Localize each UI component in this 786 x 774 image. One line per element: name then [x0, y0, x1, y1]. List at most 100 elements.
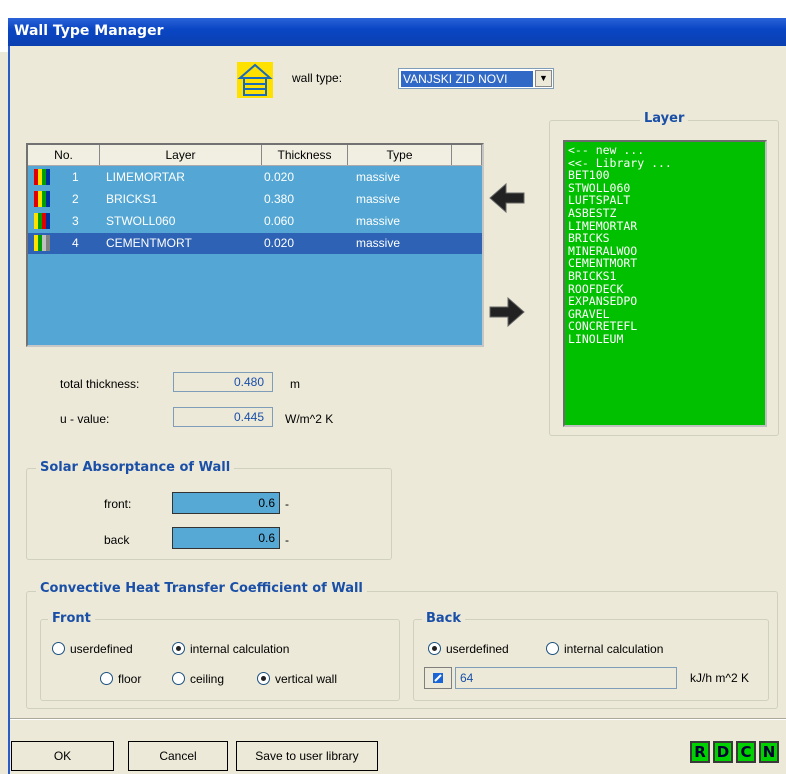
total-thickness-unit: m: [290, 377, 300, 391]
solar-back-label: back: [104, 533, 130, 547]
radio-selected-icon: [428, 642, 441, 656]
cell-thickness: 0.380: [264, 192, 295, 206]
layer-table[interactable]: No. Layer Thickness Type 1 LIMEMORTAR 0.…: [26, 143, 484, 347]
front-internal-label: internal calculation: [190, 641, 290, 656]
solar-front-unit: -: [285, 497, 289, 511]
c-button[interactable]: C: [736, 741, 756, 763]
total-thickness-value: 0.480: [173, 372, 273, 392]
column-header-type[interactable]: Type: [348, 145, 452, 165]
cell-type: massive: [356, 236, 401, 250]
cell-layer: BRICKS1: [106, 192, 158, 206]
back-coefficient-input[interactable]: 64: [455, 667, 677, 689]
d-button[interactable]: D: [713, 741, 733, 763]
wall-type-label: wall type:: [292, 71, 343, 85]
cell-layer: LIMEMORTAR: [106, 170, 185, 184]
front-groupbox: [40, 619, 400, 701]
layer-color-icon: [34, 169, 50, 185]
layer-color-icon: [34, 213, 50, 229]
column-header-layer[interactable]: Layer: [100, 145, 262, 165]
cell-thickness: 0.060: [264, 214, 295, 228]
cell-thickness: 0.020: [264, 170, 295, 184]
cancel-button[interactable]: Cancel: [128, 741, 228, 771]
list-item[interactable]: BET100: [568, 169, 765, 182]
save-to-library-button[interactable]: Save to user library: [236, 741, 378, 771]
table-row-selected[interactable]: 4 CEMENTMORT 0.020 massive: [28, 233, 482, 254]
list-item[interactable]: LINOLEUM: [568, 333, 765, 346]
solar-front-input[interactable]: 0.6: [172, 492, 280, 514]
table-header: No. Layer Thickness Type: [28, 145, 482, 166]
list-item[interactable]: BRICKS: [568, 232, 765, 245]
radio-icon: [172, 672, 185, 686]
cell-no: 1: [72, 170, 79, 184]
cell-no: 3: [72, 214, 79, 228]
vertical-wall-label: vertical wall: [275, 671, 338, 686]
total-thickness-label: total thickness:: [60, 377, 140, 391]
radio-icon: [546, 642, 559, 656]
ceiling-radio[interactable]: ceiling: [172, 671, 224, 686]
front-userdefined-label: userdefined: [70, 641, 133, 656]
column-header-thickness[interactable]: Thickness: [262, 145, 348, 165]
front-title: Front: [48, 611, 95, 626]
window-title: Wall Type Manager: [14, 23, 164, 39]
ceiling-label: ceiling: [190, 671, 225, 686]
column-header-no[interactable]: No.: [28, 145, 100, 165]
back-userdefined-label: userdefined: [446, 641, 509, 656]
cell-thickness: 0.020: [264, 236, 295, 250]
front-userdefined-radio[interactable]: userdefined: [52, 641, 133, 656]
vertical-wall-radio[interactable]: vertical wall: [257, 671, 337, 686]
radio-selected-icon: [257, 672, 270, 686]
wall-type-select[interactable]: VANJSKI ZID NOVI ▼: [398, 68, 554, 89]
cell-type: massive: [356, 192, 401, 206]
title-bar: Wall Type Manager: [0, 0, 786, 52]
solar-back-unit: -: [285, 533, 289, 547]
cell-no: 2: [72, 192, 79, 206]
wall-type-value: VANJSKI ZID NOVI: [401, 71, 533, 87]
u-value-value: 0.445: [173, 407, 273, 427]
divider: [10, 718, 786, 720]
back-coefficient-unit: kJ/h m^2 K: [690, 671, 749, 685]
table-row[interactable]: 1 LIMEMORTAR 0.020 massive: [28, 167, 482, 188]
u-value-label: u - value:: [60, 412, 110, 426]
cell-layer: STWOLL060: [106, 214, 176, 228]
back-userdefined-radio[interactable]: userdefined: [428, 641, 509, 656]
solar-back-input[interactable]: 0.6: [172, 527, 280, 549]
r-button[interactable]: R: [690, 741, 710, 763]
table-row[interactable]: 3 STWOLL060 0.060 massive: [28, 211, 482, 232]
cell-layer: CEMENTMORT: [106, 236, 192, 250]
convective-title: Convective Heat Transfer Coefficient of …: [36, 581, 367, 596]
cell-no: 4: [72, 236, 79, 250]
front-internal-radio[interactable]: internal calculation: [172, 641, 289, 656]
u-value-unit: W/m^2 K: [285, 412, 334, 426]
n-button[interactable]: N: [759, 741, 779, 763]
layer-color-icon: [34, 191, 50, 207]
column-header-spacer: [452, 145, 482, 165]
floor-label: floor: [118, 671, 142, 686]
radio-icon: [100, 672, 113, 686]
house-icon: [237, 62, 273, 98]
back-value-picker-button[interactable]: [424, 667, 452, 689]
list-item[interactable]: BRICKS1: [568, 270, 765, 283]
list-item[interactable]: EXPANSEDPO: [568, 295, 765, 308]
arrow-right-icon: [489, 296, 525, 328]
add-layer-button[interactable]: [488, 178, 526, 218]
back-title: Back: [422, 611, 466, 626]
edit-icon: [433, 673, 443, 683]
solar-front-label: front:: [104, 497, 132, 511]
floor-radio[interactable]: floor: [100, 671, 141, 686]
table-row[interactable]: 2 BRICKS1 0.380 massive: [28, 189, 482, 210]
list-item[interactable]: <-- new ...: [568, 144, 765, 157]
ok-button[interactable]: OK: [11, 741, 114, 771]
chevron-down-icon[interactable]: ▼: [535, 70, 552, 87]
radio-selected-icon: [172, 642, 185, 656]
list-item[interactable]: ASBESTZ: [568, 207, 765, 220]
arrow-left-icon: [489, 182, 525, 214]
cell-type: massive: [356, 214, 401, 228]
title-bar-strip[interactable]: Wall Type Manager: [8, 18, 786, 46]
cell-type: massive: [356, 170, 401, 184]
back-internal-radio[interactable]: internal calculation: [546, 641, 663, 656]
layer-panel-title: Layer: [640, 111, 689, 126]
layer-color-icon: [34, 235, 50, 251]
solar-title: Solar Absorptance of Wall: [36, 460, 235, 475]
layer-library-list[interactable]: <-- new ... <<- Library ... BET100 STWOL…: [563, 140, 767, 427]
remove-layer-button[interactable]: [488, 292, 526, 332]
